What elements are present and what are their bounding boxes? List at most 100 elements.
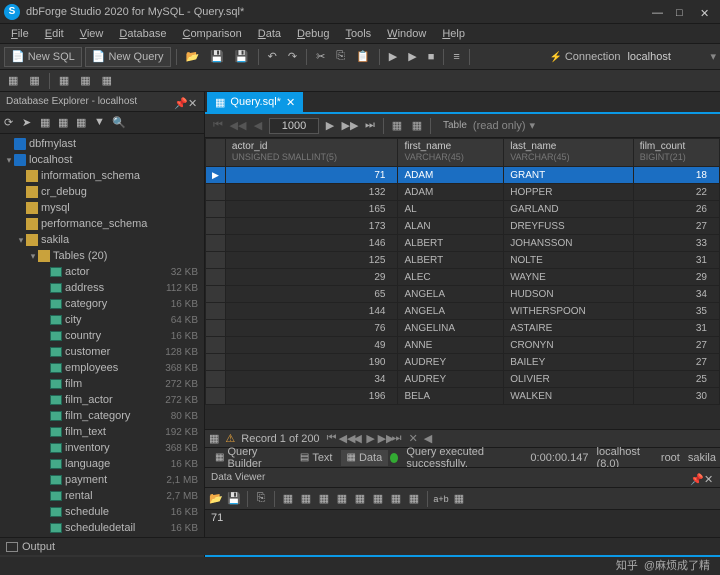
table-row[interactable]: 196BELAWALKEN30 (206, 388, 720, 405)
next-page-icon[interactable]: ▶▶ (341, 117, 359, 135)
menu-tools[interactable]: Tools (338, 26, 378, 42)
record-nav[interactable]: ⏮◀◀◀▶▶▶⏭ (326, 432, 403, 445)
new-sql-button[interactable]: 📄 New SQL (4, 47, 82, 67)
menu-edit[interactable]: Edit (38, 26, 71, 42)
page-size-input[interactable] (269, 118, 319, 134)
open-icon[interactable]: 📂 (182, 47, 204, 67)
menu-view[interactable]: View (73, 26, 111, 42)
tree-node-film-category[interactable]: film_category80 KB (0, 408, 204, 424)
close-nav-icon[interactable]: ✕ (409, 432, 418, 445)
table-row[interactable]: ▶71ADAMGRANT18 (206, 167, 720, 184)
tree-node-film-actor[interactable]: film_actor272 KB (0, 392, 204, 408)
grid-view-icon[interactable]: ▦ (388, 117, 406, 135)
output-panel-tab[interactable]: Output (0, 537, 720, 555)
funnel-icon[interactable]: ▼ (94, 116, 108, 130)
tab-data[interactable]: ▦ Data (341, 450, 389, 466)
tree-node-film[interactable]: film272 KB (0, 376, 204, 392)
menu-database[interactable]: Database (112, 26, 173, 42)
menu-window[interactable]: Window (380, 26, 433, 42)
table-row[interactable]: 146ALBERTJOHANSSON33 (206, 235, 720, 252)
menu-file[interactable]: File (4, 26, 36, 42)
close-button[interactable]: ✕ (700, 7, 710, 17)
refresh-icon[interactable]: ⟳ (4, 116, 18, 130)
action-icon[interactable]: ▦ (76, 116, 90, 130)
search-icon[interactable]: 🔍 (112, 116, 126, 130)
execute-step-icon[interactable]: ▶ (404, 47, 420, 67)
menu-comparison[interactable]: Comparison (175, 26, 248, 42)
tree-node-information-schema[interactable]: information_schema (0, 168, 204, 184)
close-icon[interactable]: ✕ (704, 473, 714, 483)
connection-dropdown[interactable]: localhost (627, 51, 707, 63)
table-row[interactable]: 173ALANDREYFUSS27 (206, 218, 720, 235)
view-icon[interactable]: ▦ (335, 492, 349, 506)
tree-node-actor[interactable]: actor32 KB (0, 264, 204, 280)
tree-node-address[interactable]: address112 KB (0, 280, 204, 296)
tab-text[interactable]: ▤ Text (294, 450, 339, 466)
view-icon[interactable]: ▦ (389, 492, 403, 506)
copy-icon[interactable]: ⎘ (332, 47, 349, 67)
tree-node-language[interactable]: language16 KB (0, 456, 204, 472)
undo-icon[interactable]: ↶ (264, 47, 281, 67)
last-page-icon[interactable]: ⏭ (361, 117, 379, 135)
table-row[interactable]: 49ANNECRONYN27 (206, 337, 720, 354)
table-row[interactable]: 190AUDREYBAILEY27 (206, 354, 720, 371)
tree-node-customer[interactable]: customer128 KB (0, 344, 204, 360)
tree-node-country[interactable]: country16 KB (0, 328, 204, 344)
minimize-button[interactable]: — (652, 7, 662, 17)
format-icon[interactable]: ≡ (449, 47, 463, 67)
menu-help[interactable]: Help (435, 26, 472, 42)
table-row[interactable]: 76ANGELINAASTAIRE31 (206, 320, 720, 337)
maximize-button[interactable]: □ (676, 7, 686, 17)
view-icon[interactable]: ▦ (407, 492, 421, 506)
tree-node-dbfmylast[interactable]: dbfmylast (0, 136, 204, 152)
tree-node-performance-schema[interactable]: performance_schema (0, 216, 204, 232)
column-header-film_count[interactable]: film_countBIGINT(21) (633, 139, 719, 167)
tree-node-sakila[interactable]: ▾sakila (0, 232, 204, 248)
save-icon[interactable]: 💾 (227, 492, 241, 506)
tree-node-cr-debug[interactable]: cr_debug (0, 184, 204, 200)
execute-icon[interactable]: ▶ (385, 47, 401, 67)
card-view-icon[interactable]: ▦ (408, 117, 426, 135)
tree-node-schedule[interactable]: schedule16 KB (0, 504, 204, 520)
table-row[interactable]: 65ANGELAHUDSON34 (206, 286, 720, 303)
copy-icon[interactable]: ⎘ (254, 492, 268, 506)
tree-node-category[interactable]: category16 KB (0, 296, 204, 312)
save-all-icon[interactable]: 💾 (231, 47, 253, 67)
viewer-content[interactable]: 71 (205, 510, 720, 539)
save-icon[interactable]: 💾 (206, 47, 228, 67)
tree-node-tables-20-[interactable]: ▾Tables (20) (0, 248, 204, 264)
tool-icon[interactable]: ▦ (76, 71, 94, 91)
tree-node-mysql[interactable]: mysql (0, 200, 204, 216)
table-row[interactable]: 34AUDREYOLIVIER25 (206, 371, 720, 388)
editor-tab[interactable]: ▦ Query.sql* ✕ (207, 92, 303, 112)
tree-node-payment[interactable]: payment2,1 MB (0, 472, 204, 488)
tree-node-film-text[interactable]: film_text192 KB (0, 424, 204, 440)
filter-icon[interactable]: ▦ (40, 116, 54, 130)
results-grid[interactable]: actor_idUNSIGNED SMALLINT(5)first_nameVA… (205, 138, 720, 429)
tree-node-localhost[interactable]: ▾localhost (0, 152, 204, 168)
pin-icon[interactable]: 📌 (174, 97, 184, 107)
view-icon[interactable]: ▦ (317, 492, 331, 506)
column-header-first_name[interactable]: first_nameVARCHAR(45) (398, 139, 504, 167)
tool-icon[interactable]: ▦ (4, 71, 22, 91)
tree-node-employees[interactable]: employees368 KB (0, 360, 204, 376)
nav-icon[interactable]: ➤ (22, 116, 36, 130)
column-header-actor_id[interactable]: actor_idUNSIGNED SMALLINT(5) (225, 139, 398, 167)
cut-icon[interactable]: ✂ (312, 47, 329, 67)
tree-node-inventory[interactable]: inventory368 KB (0, 440, 204, 456)
close-icon[interactable]: ✕ (188, 97, 198, 107)
view-icon[interactable]: ▦ (353, 492, 367, 506)
tree-node-city[interactable]: city64 KB (0, 312, 204, 328)
tree-node-scheduledetail[interactable]: scheduledetail16 KB (0, 520, 204, 536)
column-header-last_name[interactable]: last_nameVARCHAR(45) (504, 139, 633, 167)
tool-icon[interactable]: ▦ (25, 71, 43, 91)
action-icon[interactable]: ▦ (58, 116, 72, 130)
tab-close-icon[interactable]: ✕ (286, 96, 295, 109)
pin-icon[interactable]: 📌 (690, 473, 700, 483)
menu-data[interactable]: Data (251, 26, 288, 42)
tree-node-rental[interactable]: rental2,7 MB (0, 488, 204, 504)
format-icon[interactable]: a+b (434, 492, 448, 506)
prev-icon[interactable]: ◀ (249, 117, 267, 135)
first-page-icon[interactable]: ⏮ (209, 117, 227, 135)
wrap-icon[interactable]: ▦ (452, 492, 466, 506)
